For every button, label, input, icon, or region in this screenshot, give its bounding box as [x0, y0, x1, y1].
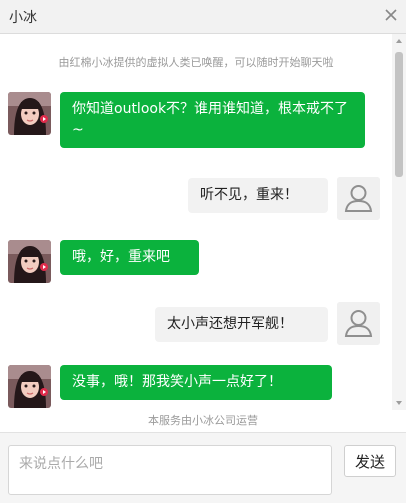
user-avatar[interactable] [337, 177, 380, 220]
person-icon [337, 302, 380, 345]
window-title: 小冰 [9, 10, 37, 26]
chat-area: 由红棉小冰提供的虚拟人类已唤醒，可以随时开始聊天啦 你知道outlook不？谁用… [0, 34, 392, 410]
user-message: 听不见，重来！ [188, 178, 328, 213]
scroll-down-arrow-icon[interactable] [396, 401, 402, 405]
bot-avatar[interactable] [8, 240, 51, 283]
user-avatar[interactable] [337, 302, 380, 345]
system-notice: 由红棉小冰提供的虚拟人类已唤醒，可以随时开始聊天啦 [58, 56, 334, 69]
chat-scrollbar[interactable] [392, 34, 406, 410]
bot-avatar[interactable] [8, 365, 51, 408]
scroll-up-arrow-icon[interactable] [396, 39, 402, 43]
title-bar: 小冰 [0, 0, 406, 34]
service-footer: 本服务由小冰公司运营 [148, 414, 258, 427]
scrollbar-thumb[interactable] [395, 52, 403, 177]
person-icon [337, 177, 380, 220]
bot-message: 你知道outlook不？谁用谁知道，根本戒不了~ [60, 92, 365, 148]
bot-message: 哦，好，重来吧 [60, 240, 199, 275]
message-input[interactable] [8, 445, 332, 495]
send-button[interactable]: 发送 [344, 445, 396, 477]
bot-avatar[interactable] [8, 92, 51, 135]
composer-bar: 发送 [0, 432, 406, 503]
close-icon[interactable] [384, 7, 398, 21]
bot-message: 没事，哦！那我笑小声一点好了！ [60, 365, 332, 400]
user-message: 太小声还想开军舰！ [155, 307, 328, 342]
